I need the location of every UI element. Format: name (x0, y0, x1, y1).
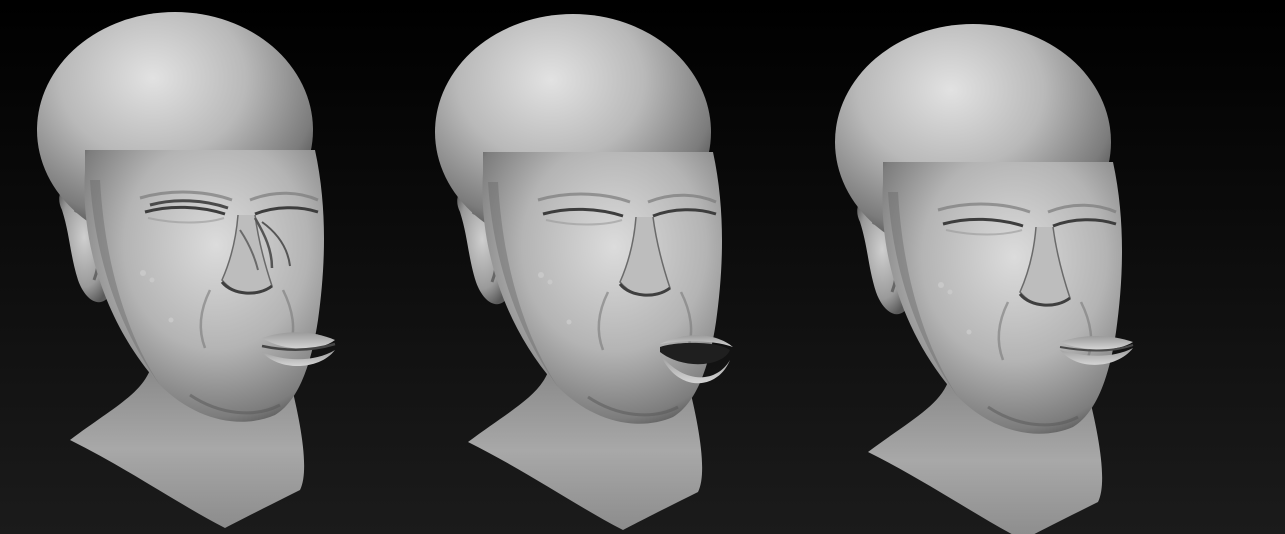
sculpt-render (0, 0, 1285, 534)
head-eyes-closed (833, 22, 1134, 534)
sculpt-render-viewport (0, 0, 1285, 534)
